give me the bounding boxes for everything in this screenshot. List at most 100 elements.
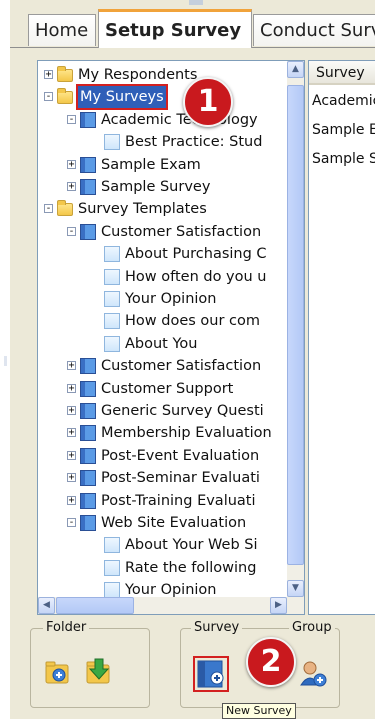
page-icon — [104, 559, 120, 576]
survey-tree-panel: + My Respondents - My Surveys - Academic Tech… — [37, 60, 305, 615]
tree-node-label[interactable]: Customer Support — [101, 378, 233, 400]
tab-home[interactable]: Home — [28, 14, 96, 46]
expand-icon[interactable]: + — [44, 70, 53, 80]
survey-icon — [80, 515, 96, 531]
import-folder-icon — [86, 658, 110, 684]
tree-vertical-scrollbar[interactable]: ▲ ▼ — [287, 61, 304, 597]
expand-icon[interactable]: + — [67, 495, 76, 505]
tree-node-label[interactable]: Post-Training Evaluati — [101, 490, 256, 512]
scroll-right-button[interactable]: ▶ — [270, 597, 287, 614]
tree-node-label[interactable]: My Respondents — [78, 64, 197, 86]
collapse-icon[interactable]: - — [67, 518, 76, 528]
page-icon — [104, 313, 120, 330]
vertical-scroll-thumb[interactable] — [287, 85, 304, 565]
tree-node-label[interactable]: Your Opinion — [125, 288, 217, 310]
new-folder-button[interactable] — [44, 657, 72, 687]
tab-setup-survey[interactable]: Setup Survey — [98, 9, 252, 48]
page-icon — [104, 134, 120, 151]
list-item[interactable]: Academic — [312, 93, 375, 109]
horizontal-scroll-thumb[interactable] — [56, 597, 134, 614]
tree-node-label[interactable]: Web Site Evaluation — [101, 512, 246, 534]
folder-icon — [57, 200, 73, 217]
survey-icon — [80, 447, 96, 464]
folder-icon — [57, 88, 73, 105]
step-badge-2: 2 — [246, 637, 296, 687]
import-folder-button[interactable] — [84, 657, 112, 687]
tree-node-label[interactable]: How does our com — [125, 310, 260, 332]
tree-node-label[interactable]: Best Practice: Stud — [125, 131, 262, 153]
scroll-left-button[interactable]: ◀ — [38, 597, 55, 614]
survey-list: Survey Academic Sample Ex Sample Su — [308, 60, 375, 615]
tree-node-label[interactable]: Post-Event Evaluation — [101, 445, 259, 467]
new-survey-tooltip: New Survey — [222, 703, 296, 719]
survey-icon — [80, 492, 96, 509]
group-group-title: Group — [289, 620, 335, 635]
collapse-icon[interactable]: - — [67, 114, 76, 124]
tree-node-label[interactable]: About Purchasing C — [125, 243, 267, 265]
tab-conduct-survey[interactable]: Conduct Surv — [253, 14, 375, 46]
survey-icon — [80, 223, 96, 240]
folder-icon — [57, 66, 73, 82]
collapse-icon[interactable]: - — [44, 92, 53, 102]
column-header-survey[interactable]: Survey — [309, 61, 375, 85]
tree-node-label[interactable]: Survey Templates — [78, 198, 207, 220]
tree-horizontal-scrollbar[interactable]: ◀ ▶ — [38, 597, 304, 614]
survey-icon — [80, 403, 96, 419]
expand-icon[interactable]: + — [67, 406, 76, 416]
expand-icon[interactable]: + — [67, 182, 76, 192]
tree-node-label[interactable]: Rate the following — [125, 557, 256, 579]
expand-icon[interactable]: + — [67, 428, 76, 438]
expand-icon[interactable]: + — [67, 383, 76, 393]
new-folder-icon — [45, 661, 69, 684]
collapse-ribbon-handle[interactable] — [189, 0, 203, 5]
expand-icon[interactable]: + — [67, 361, 76, 371]
survey-icon — [80, 156, 96, 173]
survey-group-title: Survey — [191, 620, 243, 635]
tree-node-label[interactable]: Sample Exam — [101, 154, 201, 176]
list-item[interactable]: Sample Ex — [312, 122, 375, 138]
page-icon — [104, 246, 120, 263]
new-survey-button[interactable] — [193, 656, 229, 692]
new-group-icon — [300, 661, 327, 687]
tree-node-label[interactable]: Generic Survey Questi — [101, 400, 264, 422]
expand-icon[interactable]: + — [67, 450, 76, 460]
window-left-edge — [0, 0, 10, 719]
new-group-button[interactable] — [299, 659, 327, 689]
tree-node-label[interactable]: About Your Web Si — [125, 534, 258, 556]
splitter-grip[interactable] — [4, 356, 7, 366]
page-icon — [104, 268, 120, 285]
scroll-down-button[interactable]: ▼ — [287, 580, 304, 597]
tree-node-label[interactable]: How often do you u — [125, 266, 267, 288]
survey-icon — [80, 358, 96, 375]
expand-icon[interactable]: + — [67, 473, 76, 483]
scroll-up-button[interactable]: ▲ — [287, 61, 304, 78]
expand-icon[interactable]: + — [67, 159, 76, 169]
page-icon — [104, 291, 120, 307]
folder-group: Folder — [30, 620, 150, 708]
collapse-icon[interactable]: - — [44, 204, 53, 214]
new-survey-icon — [197, 660, 224, 688]
collapse-icon[interactable]: - — [67, 226, 76, 236]
tab-bar: Home Setup Survey Conduct Surv — [10, 0, 375, 48]
survey-icon — [80, 425, 96, 442]
tree-node-label[interactable]: My Surveys — [76, 84, 168, 111]
page-icon — [104, 335, 120, 352]
list-item[interactable]: Sample Su — [312, 151, 375, 167]
tree-node-label[interactable]: Academic Technology — [101, 109, 258, 131]
survey-icon — [80, 179, 96, 195]
survey-tree: + My Respondents - My Surveys - Academic Tech… — [38, 61, 287, 597]
step-badge-1: 1 — [183, 77, 233, 127]
tree-node-label[interactable]: Sample Survey — [101, 176, 210, 198]
tree-node-label[interactable]: About You — [125, 333, 197, 355]
tree-node-label[interactable]: Customer Satisfaction — [101, 355, 261, 377]
survey-icon — [80, 470, 96, 487]
folder-group-title: Folder — [43, 620, 90, 635]
tree-node-label[interactable]: Customer Satisfaction — [101, 221, 261, 243]
page-icon — [104, 537, 120, 554]
survey-icon — [80, 380, 96, 397]
page-icon — [104, 582, 120, 597]
survey-icon — [80, 111, 96, 128]
tree-node-label[interactable]: Membership Evaluation — [101, 422, 272, 444]
tree-node-label[interactable]: Your Opinion — [125, 579, 217, 597]
tree-node-label[interactable]: Post-Seminar Evaluati — [101, 467, 260, 489]
